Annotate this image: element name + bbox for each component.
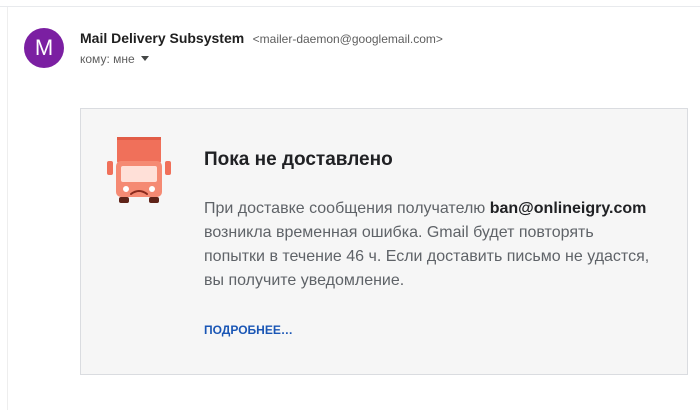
top-divider: [0, 6, 700, 7]
notice-title: Пока не доставлено: [204, 149, 393, 170]
notice-body-line-1: При доставке сообщения получателю ban@on…: [204, 197, 674, 221]
recipient-label: кому: мне: [80, 52, 135, 66]
delivery-status-card: Пока не доставлено При доставке сообщени…: [80, 108, 688, 375]
recipient-address: ban@onlineigry.com: [489, 200, 647, 217]
sender-name[interactable]: Mail Delivery Subsystem: [80, 30, 244, 46]
learn-more-link[interactable]: ПОДРОБНЕЕ…: [204, 323, 293, 337]
notice-body-line-3: попытки в течение 46 ч. Если доставить п…: [204, 248, 650, 265]
sender-email: <mailer-daemon@googlemail.com>: [252, 32, 443, 46]
notice-body-prefix: При доставке сообщения получателю: [204, 200, 490, 217]
left-divider: [7, 7, 8, 410]
sender-avatar[interactable]: M: [24, 28, 64, 68]
sad-truck-icon: [107, 137, 171, 203]
email-view: M Mail Delivery Subsystem <mailer-daemon…: [0, 0, 700, 410]
notice-body-line-2: возникла временная ошибка. Gmail будет п…: [204, 224, 594, 241]
caret-down-icon[interactable]: [140, 56, 149, 61]
recipient-details-toggle[interactable]: кому: мне: [80, 52, 149, 66]
notice-body: При доставке сообщения получателю ban@on…: [204, 197, 674, 293]
sender-header: Mail Delivery Subsystem <mailer-daemon@g…: [80, 30, 443, 48]
notice-body-line-4: вы получите уведомление.: [204, 272, 405, 289]
